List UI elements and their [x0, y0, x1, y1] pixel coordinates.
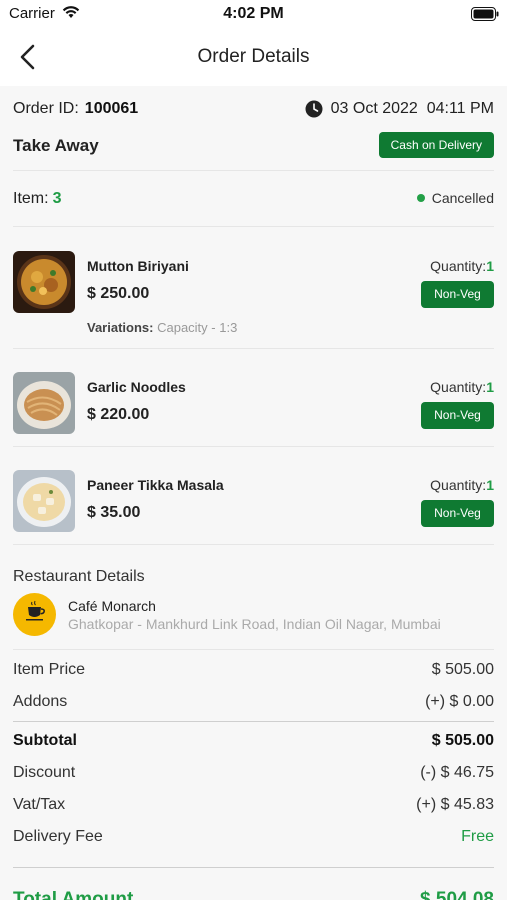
- item-price: $ 250.00: [87, 285, 150, 302]
- divider: [13, 649, 494, 650]
- nav-bar: Order Details: [0, 30, 507, 86]
- item-name: Garlic Noodles: [87, 379, 186, 395]
- item-count-row: Item: 3 Cancelled: [13, 190, 494, 212]
- item-type-badge: Non-Veg: [421, 281, 494, 308]
- item-quantity: Quantity:1: [430, 379, 494, 395]
- status-dot-icon: [416, 194, 425, 202]
- list-item: Garlic Noodles $ 220.00 Quantity:1 Non-V…: [13, 372, 494, 434]
- divider: [13, 226, 494, 227]
- variation-value: Capacity - 1:3: [157, 320, 238, 335]
- divider: [13, 544, 494, 545]
- item-quantity: Quantity:1: [430, 477, 494, 493]
- restaurant-address: Ghatkopar - Mankhurd Link Road, Indian O…: [68, 616, 441, 632]
- order-details-content: Order ID: 100061 03 Oct 2022 04:11 PM Tak…: [0, 86, 507, 900]
- status-bar: Carrier 4:02 PM: [0, 0, 507, 30]
- order-type-row: Take Away Cash on Delivery: [13, 132, 494, 160]
- item-type-badge: Non-Veg: [421, 402, 494, 429]
- total-label: Total Amount: [13, 889, 134, 900]
- summary-row-addons: Addons (+) $ 0.00: [13, 693, 494, 717]
- summary-value: (+) $ 0.00: [425, 693, 494, 710]
- quantity-value: 1: [486, 379, 494, 395]
- item-price: $ 35.00: [87, 504, 141, 521]
- quantity-value: 1: [486, 258, 494, 274]
- summary-value: (-) $ 46.75: [420, 764, 494, 781]
- divider: [13, 721, 494, 722]
- item-name: Mutton Biriyani: [87, 258, 189, 274]
- summary-row-tax: Vat/Tax (+) $ 45.83: [13, 796, 494, 820]
- item-count-label: Item:: [13, 190, 49, 207]
- summary-label: Item Price: [13, 661, 86, 678]
- battery-icon: [471, 7, 499, 21]
- item-variation: Variations: Capacity - 1:3: [87, 320, 237, 335]
- divider: [13, 867, 494, 868]
- summary-label: Subtotal: [13, 732, 77, 749]
- cafe-logo-icon: [26, 600, 45, 621]
- food-image-noodles: [13, 372, 75, 434]
- list-item: Mutton Biriyani $ 250.00 Quantity:1 Non-…: [13, 251, 494, 341]
- variation-label: Variations:: [87, 320, 154, 335]
- summary-label: Discount: [13, 764, 76, 781]
- summary-label: Delivery Fee: [13, 828, 103, 845]
- restaurant-section-title: Restaurant Details: [13, 568, 145, 585]
- summary-label: Vat/Tax: [13, 796, 66, 813]
- summary-row-subtotal: Subtotal $ 505.00: [13, 732, 494, 756]
- restaurant-name: Café Monarch: [68, 598, 156, 614]
- order-type: Take Away: [13, 136, 99, 155]
- list-item: Paneer Tikka Masala $ 35.00 Quantity:1 N…: [13, 470, 494, 532]
- item-count-value: 3: [52, 190, 62, 207]
- summary-row-delivery: Delivery Fee Free: [13, 828, 494, 852]
- summary-label: Addons: [13, 693, 68, 710]
- divider: [13, 170, 494, 171]
- summary-row-total: Total Amount $ 504.08: [13, 889, 494, 900]
- page-title: Order Details: [197, 46, 310, 67]
- quantity-label: Quantity:: [430, 477, 487, 493]
- order-status: Cancelled: [416, 190, 494, 206]
- summary-row-item-price: Item Price $ 505.00: [13, 661, 494, 685]
- summary-value: $ 505.00: [431, 661, 494, 678]
- order-id-value: 100061: [84, 100, 139, 117]
- order-status-text: Cancelled: [431, 190, 494, 206]
- item-quantity: Quantity:1: [430, 258, 494, 274]
- summary-value: $ 505.00: [431, 732, 494, 749]
- order-date: 03 Oct 2022 04:11 PM: [305, 100, 494, 118]
- payment-method-badge: Cash on Delivery: [378, 132, 494, 158]
- food-image-paneer: [13, 470, 75, 532]
- divider: [13, 446, 494, 447]
- quantity-label: Quantity:: [430, 379, 487, 395]
- status-time: 4:02 PM: [223, 5, 284, 22]
- item-name: Paneer Tikka Masala: [87, 477, 224, 493]
- summary-row-discount: Discount (-) $ 46.75: [13, 764, 494, 788]
- summary-value: Free: [461, 828, 494, 845]
- summary-value: (+) $ 45.83: [416, 796, 494, 813]
- clock-icon: [305, 100, 323, 118]
- food-image-biriyani: [13, 251, 75, 313]
- restaurant-logo: [13, 593, 56, 636]
- order-id-row: Order ID: 100061 03 Oct 2022 04:11 PM: [13, 100, 494, 122]
- quantity-value: 1: [486, 477, 494, 493]
- order-id-label: Order ID:: [13, 100, 79, 117]
- quantity-label: Quantity:: [430, 258, 487, 274]
- divider: [13, 348, 494, 349]
- total-value: $ 504.08: [420, 889, 494, 900]
- item-price: $ 220.00: [87, 406, 150, 423]
- order-date-text: 03 Oct 2022 04:11 PM: [330, 100, 494, 117]
- item-type-badge: Non-Veg: [421, 500, 494, 527]
